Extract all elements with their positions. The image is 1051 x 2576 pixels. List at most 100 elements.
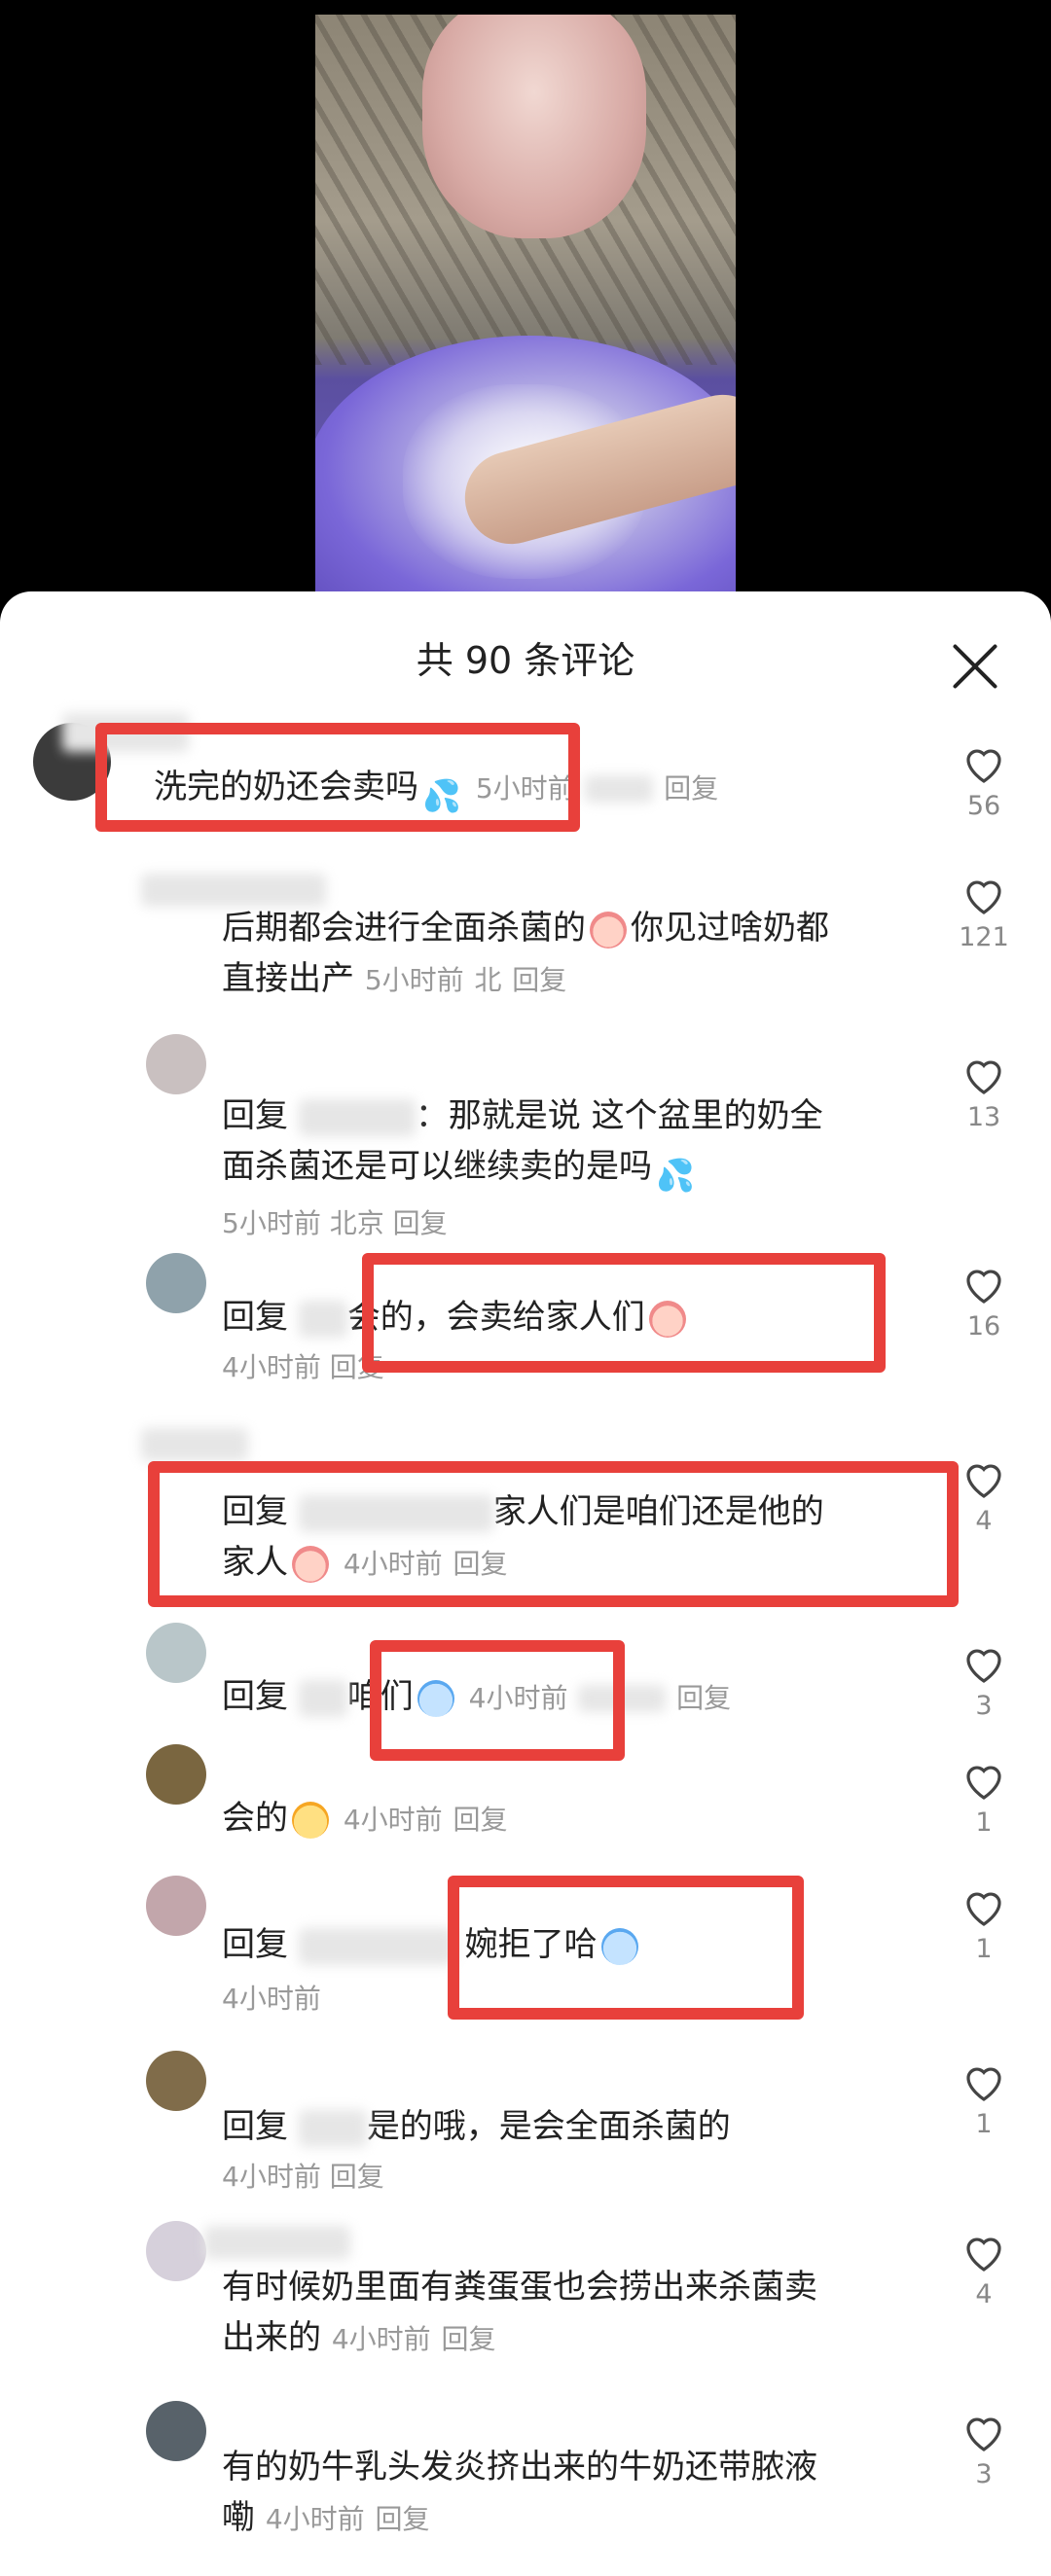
comment-meta: 4小时前 bbox=[222, 1978, 321, 2017]
smiling-emoji bbox=[292, 1801, 329, 1839]
reply-button[interactable]: 回复 bbox=[330, 2161, 384, 2193]
comment-time: 4小时前 bbox=[265, 2503, 365, 2535]
comment-meta: 5小时前 北京 回复 bbox=[222, 1202, 448, 1241]
username-blurred[interactable] bbox=[204, 2226, 350, 2259]
heart-icon bbox=[966, 1649, 1001, 1683]
reply-prefix: 回复 bbox=[222, 1677, 288, 1716]
like-button[interactable]: 1 bbox=[950, 1759, 1018, 1838]
avatar[interactable] bbox=[146, 1623, 206, 1683]
like-button[interactable]: 121 bbox=[950, 874, 1018, 952]
reply-button[interactable]: 回复 bbox=[512, 964, 566, 996]
comment-text: 回复 是的哦，是会全面杀菌的 bbox=[222, 2101, 731, 2152]
comment-time: 4小时前 bbox=[222, 1351, 321, 1383]
comment-text: 会的 4小时前 回复 bbox=[222, 1793, 507, 1845]
like-button[interactable]: 4 bbox=[950, 2231, 1018, 2309]
reply-button[interactable]: 回复 bbox=[393, 1207, 448, 1239]
comment-time: 4小时前 bbox=[331, 2323, 431, 2355]
username-blurred[interactable] bbox=[141, 1428, 248, 1461]
like-count: 13 bbox=[966, 1102, 1001, 1132]
comment-text: 回复 ：那就是说 这个盆里的奶全 面杀菌还是可以继续卖的是吗 bbox=[222, 1091, 923, 1192]
pig-image bbox=[422, 15, 646, 238]
reply-prefix: 回复 bbox=[222, 1298, 288, 1337]
heart-icon bbox=[966, 2417, 1001, 2451]
comment-text: 有时候奶里面有粪蛋蛋也会捞出来杀菌卖 出来的 4小时前 回复 bbox=[222, 2262, 923, 2365]
like-button[interactable]: 1 bbox=[950, 1885, 1018, 1964]
mention-blurred[interactable] bbox=[298, 1679, 347, 1717]
heart-icon bbox=[966, 1270, 1001, 1304]
heart-icon bbox=[966, 1464, 1001, 1498]
comment-body-line2: 嘞 bbox=[222, 2498, 255, 2537]
username-blurred[interactable] bbox=[141, 874, 326, 907]
comment-body: 有的奶牛乳头发炎挤出来的牛奶还带脓液 bbox=[222, 2448, 817, 2487]
reply-button[interactable]: 回复 bbox=[676, 1682, 731, 1714]
comment-time: 4小时前 bbox=[222, 2161, 321, 2193]
heart-icon bbox=[966, 1892, 1001, 1926]
comment-body: ：那就是说 这个盆里的奶全 bbox=[415, 1096, 823, 1135]
comment-location: 北 bbox=[474, 964, 502, 996]
like-count: 4 bbox=[975, 2279, 993, 2309]
like-count: 56 bbox=[966, 791, 1001, 821]
highlight-box bbox=[95, 723, 580, 832]
like-count: 1 bbox=[975, 1934, 993, 1964]
comment-body: 会的 bbox=[222, 1799, 288, 1838]
like-count: 1 bbox=[975, 2109, 993, 2139]
like-button[interactable]: 16 bbox=[950, 1263, 1018, 1342]
like-button[interactable]: 3 bbox=[950, 1642, 1018, 1721]
avatar[interactable] bbox=[146, 1744, 206, 1805]
mention-blurred[interactable] bbox=[298, 1927, 454, 1965]
reply-prefix: 回复 bbox=[222, 1096, 288, 1135]
comments-title: 共 90 条评论 bbox=[416, 639, 635, 682]
avatar[interactable] bbox=[146, 1876, 206, 1936]
mention-blurred[interactable] bbox=[298, 1098, 416, 1136]
avatar[interactable] bbox=[146, 1253, 206, 1313]
heart-icon bbox=[966, 1060, 1001, 1094]
like-button[interactable]: 1 bbox=[950, 2060, 1018, 2139]
like-count: 3 bbox=[975, 2459, 993, 2489]
location-blurred bbox=[585, 774, 654, 803]
heart-icon bbox=[966, 1766, 1001, 1800]
highlight-box bbox=[448, 1876, 804, 2020]
close-icon[interactable] bbox=[949, 640, 1003, 695]
mention-blurred[interactable] bbox=[298, 1300, 347, 1338]
crying-emoji bbox=[590, 911, 627, 948]
reply-prefix: 回复 bbox=[222, 2107, 288, 2146]
highlight-box bbox=[370, 1640, 625, 1761]
comment-meta: 4小时前 回复 bbox=[222, 1346, 384, 1385]
avatar[interactable] bbox=[146, 2221, 206, 2281]
comment-time: 5小时前 bbox=[364, 964, 464, 996]
comment-time: 5小时前 bbox=[222, 1207, 321, 1239]
like-button[interactable]: 13 bbox=[950, 1054, 1018, 1132]
avatar[interactable] bbox=[146, 2051, 206, 2111]
comment-text: 后期都会进行全面杀菌的 你见过啥奶都 直接出产 5小时前 北 回复 bbox=[222, 903, 923, 1006]
like-count: 121 bbox=[959, 922, 1009, 952]
avatar[interactable] bbox=[146, 1034, 206, 1094]
reply-button[interactable]: 回复 bbox=[664, 772, 718, 805]
comment-time: 4小时前 bbox=[222, 1983, 321, 2015]
like-button[interactable]: 56 bbox=[950, 742, 1018, 821]
like-count: 1 bbox=[975, 1807, 993, 1838]
highlight-box bbox=[362, 1253, 886, 1373]
comment-body-line2: 直接出产 bbox=[222, 959, 354, 998]
comment-meta: 4小时前 回复 bbox=[222, 2156, 384, 2195]
like-count: 4 bbox=[975, 1506, 993, 1536]
reply-button[interactable]: 回复 bbox=[453, 1804, 507, 1836]
video-area[interactable] bbox=[0, 0, 1051, 603]
comment-location: 北京 bbox=[329, 1207, 384, 1239]
heart-icon bbox=[966, 2067, 1001, 2101]
mention-blurred[interactable] bbox=[298, 2109, 367, 2147]
heart-icon bbox=[966, 2237, 1001, 2272]
comment-body-line2: 面杀菌还是可以继续卖的是吗 bbox=[222, 1147, 652, 1186]
comment-text: 有的奶牛乳头发炎挤出来的牛奶还带脓液 嘞 4小时前 回复 bbox=[222, 2442, 923, 2545]
avatar[interactable] bbox=[146, 2401, 206, 2461]
heart-icon bbox=[966, 880, 1001, 914]
comment-body-cont: 你见过啥奶都 bbox=[631, 909, 829, 948]
reply-prefix: 回复 bbox=[222, 1925, 288, 1964]
like-count: 16 bbox=[966, 1311, 1001, 1342]
reply-button[interactable]: 回复 bbox=[375, 2503, 429, 2535]
like-button[interactable]: 4 bbox=[950, 1457, 1018, 1536]
comment-body-line2: 出来的 bbox=[222, 2318, 321, 2357]
comment-time: 4小时前 bbox=[343, 1804, 443, 1836]
highlight-box bbox=[148, 1461, 959, 1607]
reply-button[interactable]: 回复 bbox=[441, 2323, 495, 2355]
like-button[interactable]: 3 bbox=[950, 2411, 1018, 2489]
